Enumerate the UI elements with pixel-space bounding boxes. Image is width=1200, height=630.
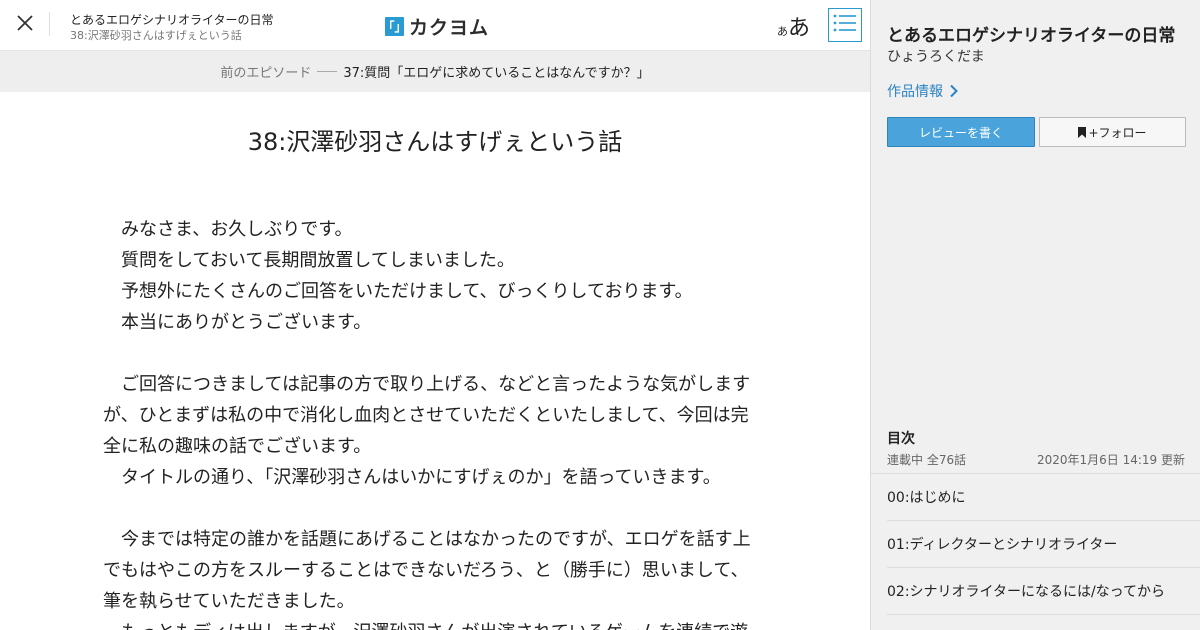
previous-episode-bar: 前のエピソード 37:質問「エロゲに求めていることはなんですか？」: [0, 51, 870, 92]
follow-label: +フォロー: [1088, 125, 1147, 140]
text-line: 今までは特定の誰かを話題にあげることはなかったのですが、エロゲを話す上: [103, 529, 751, 550]
write-review-button[interactable]: レビューを書く: [887, 117, 1035, 147]
episode-title: 38:沢澤砂羽さんはすげぇという話: [247, 128, 623, 156]
close-button[interactable]: [8, 8, 42, 42]
kakuyomu-logo[interactable]: 「」 カクヨム: [383, 13, 490, 40]
text-line: もっともディは出しますが、沢澤砂羽さんが出演されているゲームを連続で遊: [103, 617, 755, 630]
list-icon: [833, 13, 857, 37]
text-line: 予想外にたくさんのご回答をいただけまして、びっくりしております。: [103, 281, 693, 302]
text-line: が、ひとまずは私の中で消化し血肉とさせていただくといたしまして、今回は完: [103, 405, 749, 426]
text-line: ご回答につきましては記事の方で取り上げる、などと言ったような気がします: [103, 374, 751, 395]
follow-button[interactable]: +フォロー: [1039, 117, 1186, 147]
toc-toggle-button[interactable]: [828, 8, 862, 42]
sidebar-work-title[interactable]: とあるエロゲシナリオライターの日常: [887, 21, 1175, 46]
toc-item[interactable]: 01:ディレクターとシナリオライター: [887, 521, 1200, 568]
toc-item[interactable]: 00:はじめに: [887, 474, 1200, 521]
sidebar: とあるエロゲシナリオライターの日常 ひょうろくだま 作品情報 レビューを書く +…: [870, 0, 1200, 630]
sidebar-author[interactable]: ひょうろくだま: [887, 46, 985, 66]
toc-list: 00:はじめに 01:ディレクターとシナリオライター 02:シナリオライターにな…: [871, 473, 1200, 615]
text-line-blank: [103, 493, 755, 524]
text-line: でもはやこの方をスルーすることはできないだろう、と（勝手に）思いまして、: [103, 560, 749, 581]
text-line: 本当にありがとうございます。: [103, 312, 372, 333]
text-line: 筆を執らせていただきました。: [103, 591, 355, 612]
top-header: とあるエロゲシナリオライターの日常 38:沢澤砂羽さんはすげぇという話 「」 カ…: [0, 0, 870, 51]
text-line: タイトルの通り、「沢澤砂羽さんはいかにすげぇのか」を語っていきます。: [103, 467, 721, 488]
text-line: 全に私の趣味の話でございます。: [103, 436, 372, 457]
previous-episode-label: 前のエピソード: [220, 66, 312, 81]
text-line-blank: [103, 338, 755, 369]
toc-status: 連載中 全76話: [887, 453, 967, 467]
header-work-title[interactable]: とあるエロゲシナリオライターの日常: [70, 11, 274, 28]
close-icon: [16, 14, 34, 36]
font-size-button[interactable]: あ あ: [777, 10, 810, 42]
work-info-label: 作品情報: [887, 84, 943, 100]
font-size-small-glyph: あ: [777, 25, 788, 38]
work-info-link[interactable]: 作品情報: [887, 81, 958, 101]
toc-heading: 目次: [887, 431, 915, 447]
logo-mark: 「」: [383, 17, 407, 36]
toc-item[interactable]: 02:シナリオライターになるには/なってから: [887, 568, 1200, 615]
episode-text: みなさま、お久しぶりです。 質問をしておいて長期間放置してしまいました。 予想外…: [103, 214, 755, 630]
previous-episode-link[interactable]: 37:質問「エロゲに求めていることはなんですか？」: [343, 62, 649, 81]
episode-body: 38:沢澤砂羽さんはすげぇという話 みなさま、お久しぶりです。 質問をしておいて…: [0, 92, 870, 630]
text-line: みなさま、お久しぶりです。: [103, 219, 353, 240]
toc-updated: 2020年1月6日 14:19 更新: [1036, 453, 1185, 467]
font-size-big-glyph: あ: [788, 16, 811, 41]
logo-text: カクヨム: [409, 17, 490, 39]
header-episode-title: 38:沢澤砂羽さんはすげぇという話: [70, 29, 242, 42]
text-line: 質問をしておいて長期間放置してしまいました。: [103, 250, 515, 271]
header-divider: [49, 12, 50, 36]
chevron-right-icon: [949, 84, 958, 98]
bookmark-icon: [1078, 126, 1087, 138]
previous-episode-line: [317, 71, 338, 72]
